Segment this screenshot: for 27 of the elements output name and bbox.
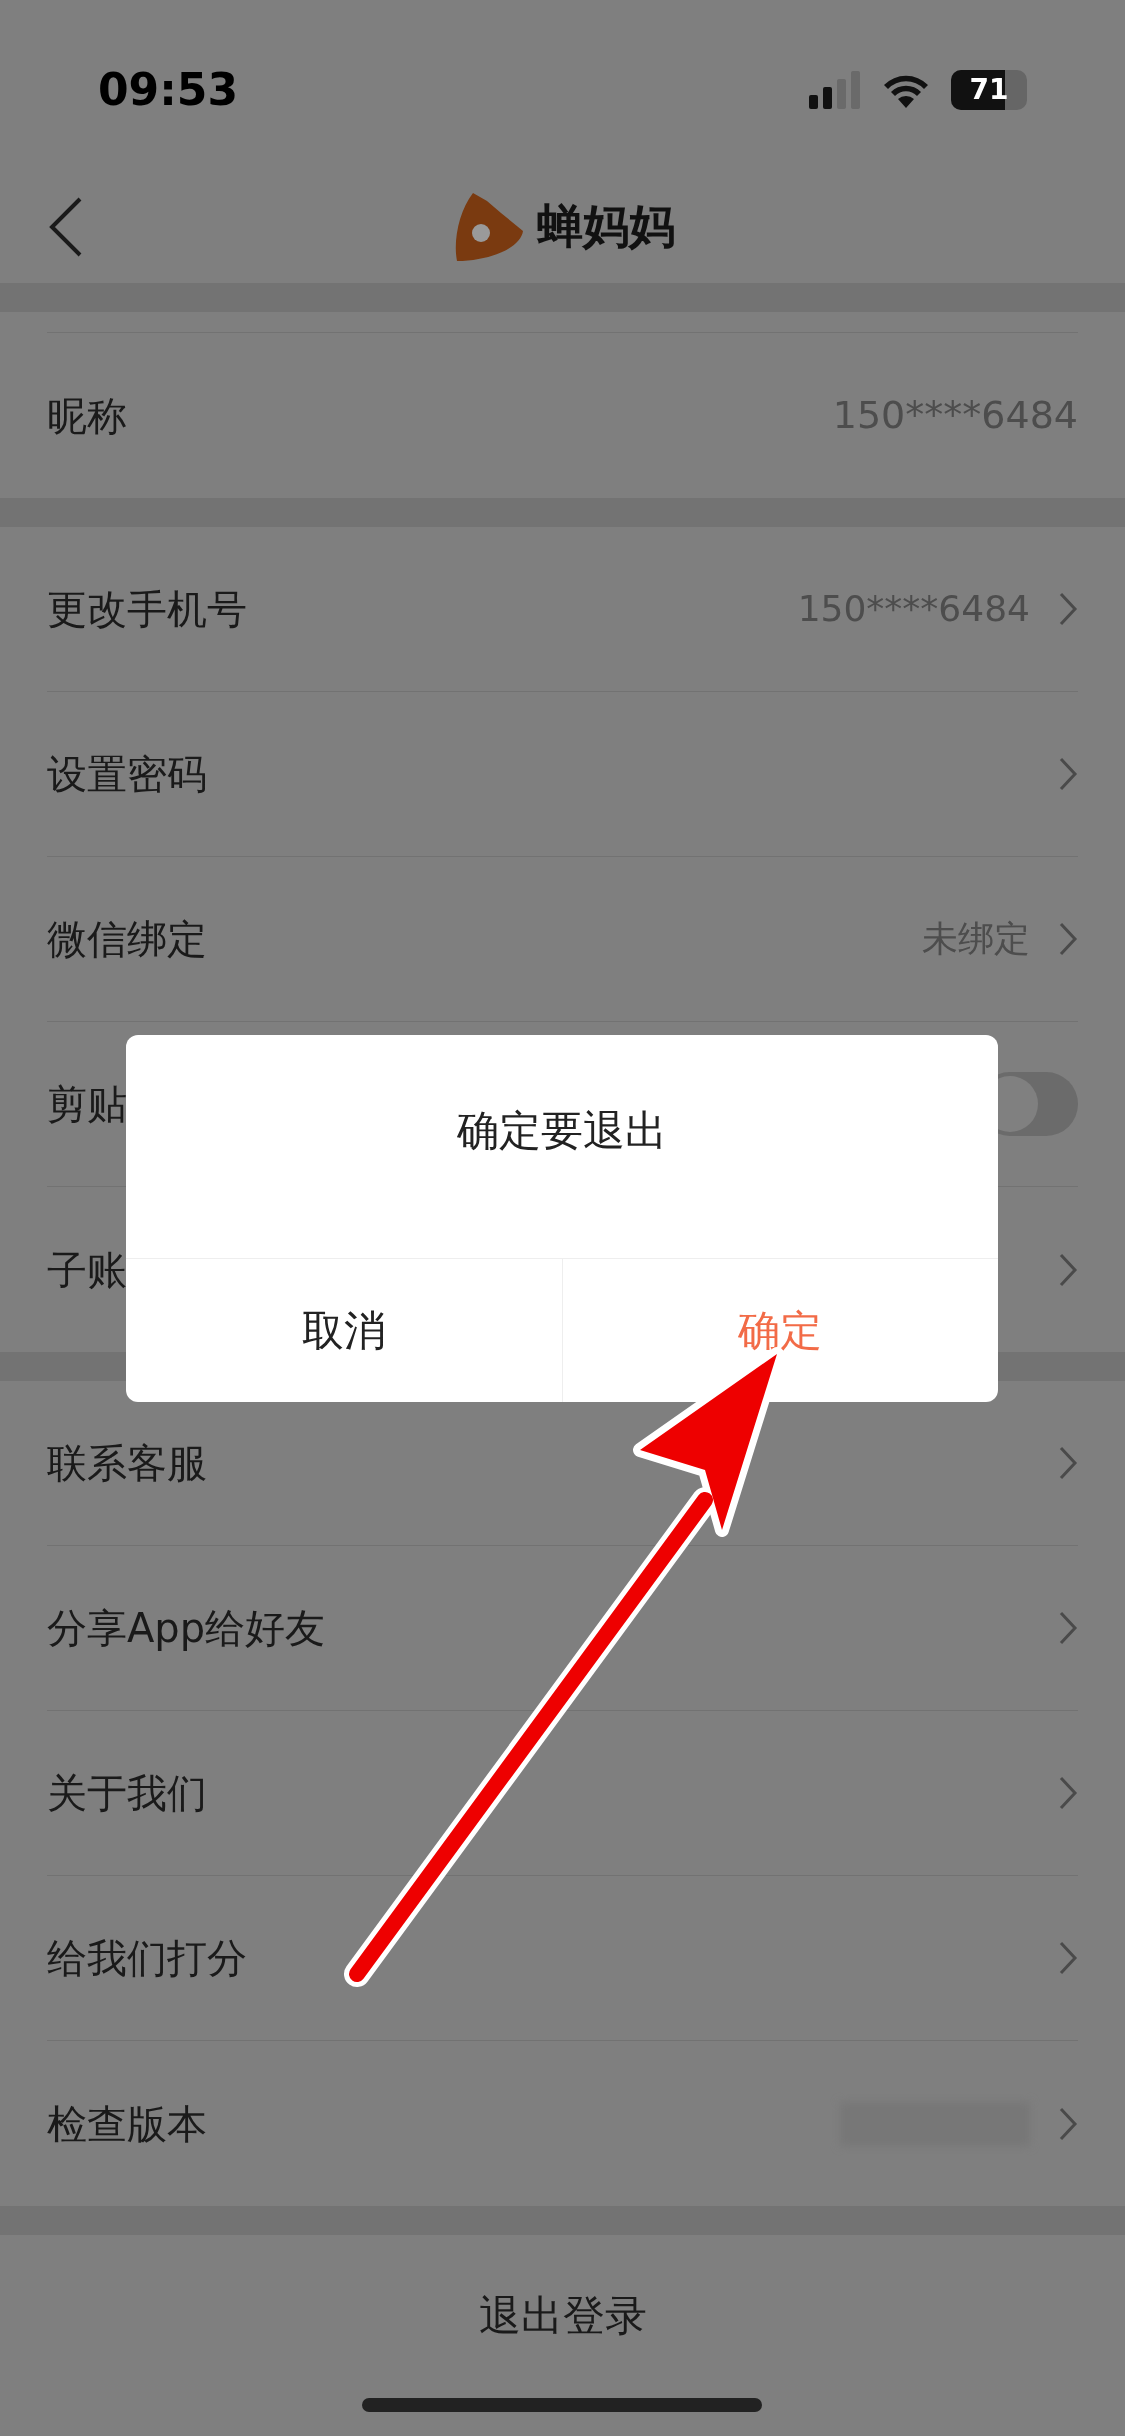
status-time: 09:53 <box>98 63 239 117</box>
row-label[interactable]: 微信绑定 <box>47 909 207 969</box>
chevron-right-icon <box>1058 1775 1078 1811</box>
chevron-right-icon <box>1058 1610 1078 1646</box>
chevron-right-icon <box>1058 921 1078 957</box>
row-label[interactable]: 分享App给好友 <box>47 1598 326 1658</box>
row-label[interactable]: 子账 <box>47 1239 127 1300</box>
row-label[interactable]: 剪贴 <box>47 1074 127 1134</box>
chevron-right-icon <box>1058 1940 1078 1976</box>
logout-button[interactable]: 退出登录 <box>458 2273 667 2357</box>
chevron-right-icon <box>1058 2105 1078 2142</box>
row-label[interactable]: 检查版本 <box>47 2093 207 2154</box>
chevron-right-icon <box>1058 1445 1078 1481</box>
signal-icon <box>809 71 861 109</box>
row-label[interactable]: 联系客服 <box>47 1433 207 1493</box>
row-label[interactable]: 关于我们 <box>47 1763 207 1823</box>
battery-indicator: 71 <box>951 70 1027 110</box>
row-label[interactable]: 设置密码 <box>47 744 207 804</box>
row-label[interactable]: 给我们打分 <box>47 1928 247 1988</box>
row-label[interactable]: 更改手机号 <box>47 579 247 639</box>
dialog-title: 确定要退出 <box>457 1105 667 1157</box>
chevron-right-icon <box>1058 1251 1078 1288</box>
chevron-right-icon <box>1058 591 1078 627</box>
logo-text: 蝉妈妈 <box>536 198 675 255</box>
cancel-button[interactable]: 取消 <box>126 1259 562 1402</box>
chevron-right-icon <box>1058 756 1078 792</box>
row-label[interactable]: 昵称 <box>47 385 127 446</box>
